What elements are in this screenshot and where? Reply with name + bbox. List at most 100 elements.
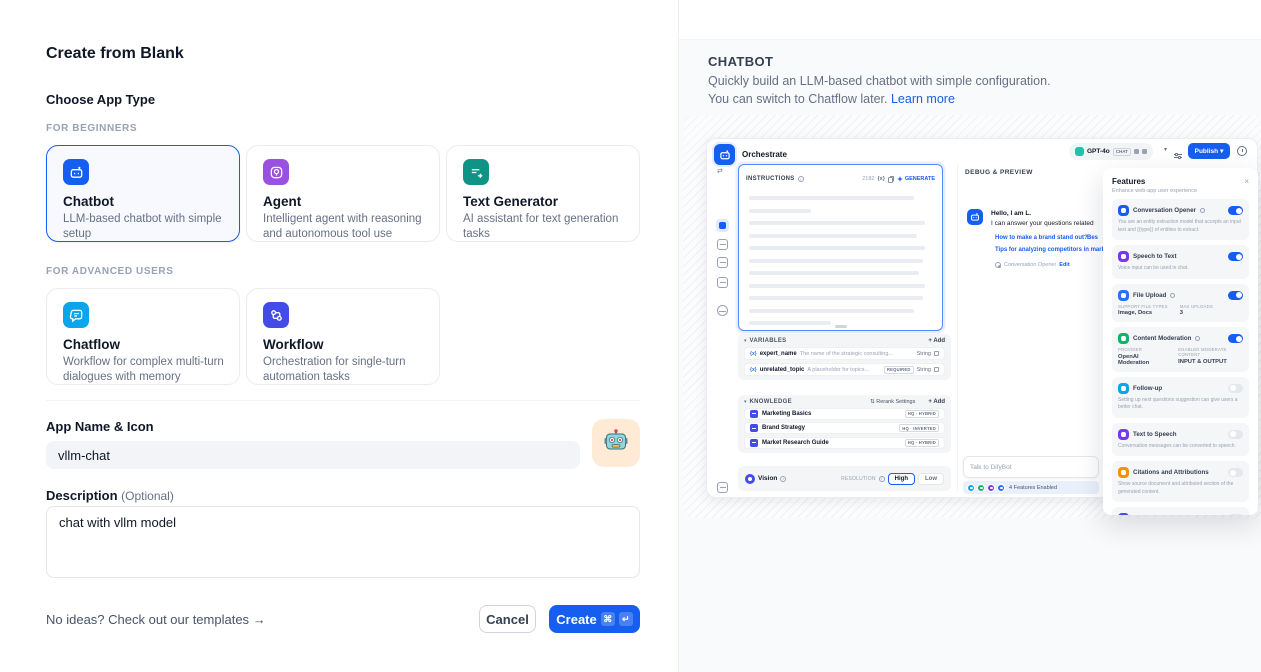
toggle xyxy=(1228,514,1243,515)
folder-icon xyxy=(1118,290,1129,301)
knowledge-badge: HQ · HYBRID xyxy=(905,439,939,447)
description-textarea[interactable]: chat with vllm model xyxy=(46,506,640,578)
suggestion-link: How to make a brand stand out? xyxy=(995,235,1088,241)
document-icon xyxy=(750,424,758,432)
knowledge-name: Marketing Basics xyxy=(762,411,811,417)
resolution-low-button: Low xyxy=(918,473,944,485)
preview-description: Quickly build an LLM-based chatbot with … xyxy=(708,72,1056,108)
knowledge-row: Brand Strategy HQ · INVERTED xyxy=(744,422,945,434)
skeleton-line xyxy=(749,221,925,225)
app-type-card-agent[interactable]: Agent Intelligent agent with reasoning a… xyxy=(246,145,440,242)
app-type-card-chatflow[interactable]: Chatflow Workflow for complex multi-turn… xyxy=(46,288,240,385)
learn-more-link[interactable]: Learn more xyxy=(891,92,955,106)
required-badge: REQUIRED xyxy=(884,366,914,374)
templates-link[interactable]: No ideas? Check out our templates → xyxy=(46,612,266,627)
toggle xyxy=(1228,252,1243,261)
text-generator-icon xyxy=(463,159,489,185)
edit-link: Edit xyxy=(1059,262,1069,268)
app-type-name: Text Generator xyxy=(463,194,627,209)
app-type-desc: Workflow for complex multi-turn dialogue… xyxy=(63,355,233,385)
feature-card-speech-to-text: Speech to Text Voice input can be used i… xyxy=(1112,245,1249,279)
skeleton-line xyxy=(749,196,914,200)
app-name-input[interactable] xyxy=(46,441,580,469)
feature-dot-icon xyxy=(977,484,985,492)
feature-name: Content Moderation xyxy=(1133,335,1191,342)
features-subtitle: Enhance web-app user experience xyxy=(1112,188,1249,194)
suggestion-link: Tips for analyzing competitors in market xyxy=(995,247,1110,253)
create-app-modal: Create from Blank Choose App Type FOR BE… xyxy=(0,0,1261,672)
variable-key: expert_name xyxy=(760,351,797,357)
feature-name: Speech to Text xyxy=(1133,253,1177,260)
close-icon: × xyxy=(1244,178,1249,186)
chevron-down-icon: ▾ xyxy=(1220,147,1223,155)
knowledge-label: KNOWLEDGE xyxy=(750,399,792,405)
app-icon-picker[interactable] xyxy=(592,419,640,467)
conversation-opener-row: Conversation Opener Edit xyxy=(995,262,1070,268)
bot-greeting-line2: I can answer your questions related xyxy=(991,220,1094,227)
info-icon xyxy=(1200,208,1205,213)
sliders-icon xyxy=(1174,147,1182,165)
skeleton-line xyxy=(749,271,919,275)
info-icon xyxy=(1195,336,1200,341)
toggle xyxy=(1228,206,1243,215)
sidebar-item-icon xyxy=(717,239,728,250)
section-divider xyxy=(46,400,640,401)
feature-name: Follow-up xyxy=(1133,385,1162,392)
enter-key-icon: ↵ xyxy=(619,612,633,626)
variable-type: String xyxy=(917,367,931,373)
feature-name: Text to Speech xyxy=(1133,431,1177,438)
create-button[interactable]: Create ⌘ ↵ xyxy=(549,605,640,633)
feature-card-follow-up: Follow-up Setting up next questions sugg… xyxy=(1112,377,1249,418)
vision-icon xyxy=(745,474,755,484)
conversation-opener-icon xyxy=(1118,205,1129,216)
skeleton-line xyxy=(749,246,925,250)
model-provider-icon xyxy=(1075,147,1084,156)
agent-icon xyxy=(263,159,289,185)
variable-icon: {x} xyxy=(750,351,757,357)
column-divider xyxy=(957,164,958,491)
knowledge-name: Brand Strategy xyxy=(762,425,805,431)
app-type-desc: Orchestration for single-turn automation… xyxy=(263,355,433,385)
cmd-key-icon: ⌘ xyxy=(601,612,615,626)
skeleton-line xyxy=(749,209,811,213)
cancel-button[interactable]: Cancel xyxy=(479,605,536,633)
feature-desc: Voice input can be used in chat. xyxy=(1118,265,1243,273)
chatflow-icon xyxy=(63,302,89,328)
variable-key: unrelated_topic xyxy=(760,367,805,373)
skeleton-line xyxy=(749,296,923,300)
history-clock-icon xyxy=(1237,146,1247,156)
annotation-reply-icon xyxy=(1118,513,1129,515)
feature-name: File Upload xyxy=(1133,292,1166,299)
skeleton-line xyxy=(749,321,831,325)
add-knowledge-button: + Add xyxy=(928,399,945,405)
chevron-down-icon: ▾ xyxy=(1164,146,1167,153)
resolution-label: RESOLUTION xyxy=(841,476,876,482)
knowledge-badge: HQ · INVERTED xyxy=(899,424,939,432)
model-tag: CHAT xyxy=(1113,148,1131,156)
sidebar-item-icon xyxy=(717,257,728,268)
app-type-card-workflow[interactable]: Workflow Orchestration for single-turn a… xyxy=(246,288,440,385)
variable-type: String xyxy=(917,351,931,357)
feature-desc: Conversation messages can be converted t… xyxy=(1118,443,1243,451)
modal-top-strip xyxy=(679,0,1261,40)
variable-desc: A placeholder for topics... xyxy=(807,367,881,373)
feature-field: MAX UPLOADS 3 xyxy=(1180,304,1213,317)
document-icon xyxy=(750,439,758,447)
variable-row: {x} unrelated_topic A placeholder for to… xyxy=(744,363,945,376)
feature-card-conversation-opener: Conversation Opener You are an entity ex… xyxy=(1112,199,1249,240)
app-type-card-text-generator[interactable]: Text Generator AI assistant for text gen… xyxy=(446,145,640,242)
app-type-card-chatbot[interactable]: Chatbot LLM-based chatbot with simple se… xyxy=(46,145,240,242)
sidebar-globe-icon xyxy=(717,305,728,316)
text-to-speech-icon xyxy=(1118,429,1129,440)
features-enabled-text: 4 Features Enabled xyxy=(1009,485,1057,491)
add-variable-button: + Add xyxy=(928,338,945,344)
publish-button: Publish ▾ xyxy=(1188,143,1230,159)
app-name-label: App Name & Icon xyxy=(46,419,154,434)
workflow-icon xyxy=(263,302,289,328)
feature-name: Conversation Opener xyxy=(1133,207,1196,214)
arrow-right-icon: → xyxy=(253,612,266,627)
bot-avatar xyxy=(967,209,983,225)
feature-dot-icon xyxy=(997,484,1005,492)
variables-label: VARIABLES xyxy=(750,338,787,344)
preview-model-selector: GPT-4o CHAT xyxy=(1069,143,1153,160)
